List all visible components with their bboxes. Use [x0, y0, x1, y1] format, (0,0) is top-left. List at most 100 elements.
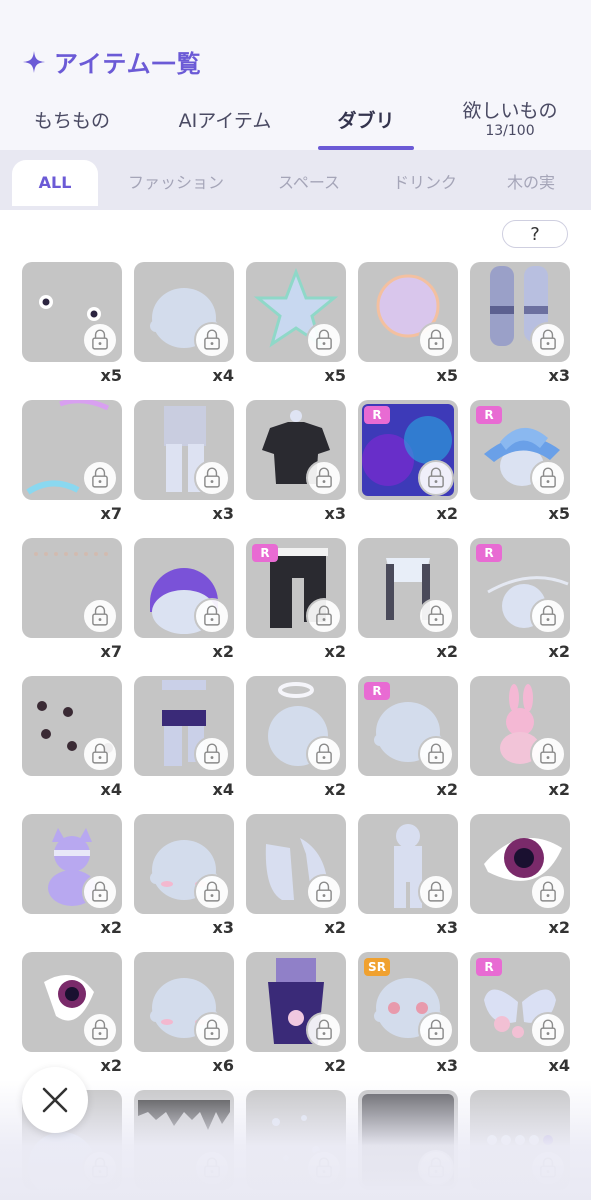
lock-icon[interactable]: [82, 322, 118, 358]
item-card[interactable]: [22, 400, 122, 500]
lock-icon[interactable]: [306, 322, 342, 358]
item-card[interactable]: [134, 400, 234, 500]
item-card[interactable]: [134, 676, 234, 776]
item-count: x5: [436, 366, 458, 385]
lock-icon[interactable]: [530, 460, 566, 496]
lock-icon[interactable]: [306, 736, 342, 772]
title-row: アイテム一覧: [22, 44, 202, 79]
rarity-badge: R: [476, 544, 502, 562]
tab-mochimono[interactable]: もちもの: [14, 92, 130, 150]
item-card[interactable]: [246, 400, 346, 500]
lock-icon[interactable]: [306, 1012, 342, 1048]
item-count: x7: [100, 642, 122, 661]
rarity-badge: SR: [364, 958, 390, 976]
lock-icon[interactable]: [418, 460, 454, 496]
item-card[interactable]: [246, 676, 346, 776]
lock-icon[interactable]: [306, 460, 342, 496]
lock-icon[interactable]: [194, 736, 230, 772]
item-card[interactable]: [134, 262, 234, 362]
item-card[interactable]: R: [470, 400, 570, 500]
item-card[interactable]: [22, 538, 122, 638]
lock-icon[interactable]: [418, 874, 454, 910]
item-count: x3: [548, 366, 570, 385]
lock-icon[interactable]: [194, 874, 230, 910]
item-card[interactable]: [134, 538, 234, 638]
item-card[interactable]: SR: [358, 952, 458, 1052]
lock-icon[interactable]: [194, 322, 230, 358]
item-count: x6: [212, 1056, 234, 1075]
rarity-badge: R: [364, 682, 390, 700]
item-card[interactable]: [246, 952, 346, 1052]
item-count: x5: [548, 504, 570, 523]
filter-all[interactable]: ALL: [12, 160, 98, 206]
item-card[interactable]: [22, 262, 122, 362]
item-card[interactable]: [22, 676, 122, 776]
item-count: x2: [548, 918, 570, 937]
item-card[interactable]: [470, 262, 570, 362]
item-count: x2: [324, 918, 346, 937]
item-card[interactable]: [470, 814, 570, 914]
filter-nuts[interactable]: 木の実: [494, 160, 568, 206]
lock-icon[interactable]: [418, 1012, 454, 1048]
item-count: x2: [324, 642, 346, 661]
item-card[interactable]: R: [358, 676, 458, 776]
item-count: x4: [548, 1056, 570, 1075]
rarity-badge: R: [476, 406, 502, 424]
close-icon: [42, 1087, 68, 1113]
tab-ai-items[interactable]: AIアイテム: [160, 92, 290, 150]
lock-icon[interactable]: [82, 1012, 118, 1048]
item-card[interactable]: [22, 952, 122, 1052]
filter-space[interactable]: スペース: [262, 160, 356, 206]
lock-icon[interactable]: [530, 322, 566, 358]
lock-icon[interactable]: [418, 736, 454, 772]
lock-icon[interactable]: [306, 598, 342, 634]
item-card[interactable]: [134, 952, 234, 1052]
item-count: x2: [324, 780, 346, 799]
item-card[interactable]: R: [246, 538, 346, 638]
tab-bar: もちもの AIアイテム ダブリ 欲しいもの 13/100: [0, 92, 591, 150]
item-card[interactable]: [358, 538, 458, 638]
lock-icon[interactable]: [194, 1012, 230, 1048]
tab-duplicates[interactable]: ダブリ: [318, 92, 414, 150]
lock-icon[interactable]: [530, 736, 566, 772]
item-count: x4: [212, 780, 234, 799]
lock-icon[interactable]: [194, 460, 230, 496]
close-button[interactable]: [22, 1067, 88, 1133]
tab-wishlist[interactable]: 欲しいもの 13/100: [444, 92, 576, 150]
item-count: x2: [548, 642, 570, 661]
item-card[interactable]: [358, 814, 458, 914]
item-card[interactable]: R: [470, 952, 570, 1052]
lock-icon[interactable]: [418, 322, 454, 358]
item-card[interactable]: [470, 676, 570, 776]
item-card[interactable]: R: [358, 400, 458, 500]
item-count: x4: [100, 780, 122, 799]
lock-icon[interactable]: [306, 874, 342, 910]
lock-icon[interactable]: [82, 598, 118, 634]
item-card[interactable]: [358, 262, 458, 362]
item-count: x2: [212, 642, 234, 661]
item-card[interactable]: R: [470, 538, 570, 638]
bottom-fade: [0, 1080, 591, 1200]
item-count: x5: [324, 366, 346, 385]
item-count: x2: [436, 642, 458, 661]
filter-drink[interactable]: ドリンク: [380, 160, 470, 206]
lock-icon[interactable]: [194, 598, 230, 634]
item-card[interactable]: [246, 814, 346, 914]
lock-icon[interactable]: [530, 598, 566, 634]
item-count: x2: [436, 780, 458, 799]
lock-icon[interactable]: [82, 736, 118, 772]
item-count: x3: [324, 504, 346, 523]
rarity-badge: R: [252, 544, 278, 562]
help-button[interactable]: ?: [502, 220, 568, 248]
item-card[interactable]: [246, 262, 346, 362]
filter-fashion[interactable]: ファッション: [118, 160, 234, 206]
lock-icon[interactable]: [418, 598, 454, 634]
lock-icon[interactable]: [530, 874, 566, 910]
lock-icon[interactable]: [82, 874, 118, 910]
item-card[interactable]: [22, 814, 122, 914]
lock-icon[interactable]: [530, 1012, 566, 1048]
lock-icon[interactable]: [82, 460, 118, 496]
item-count: x3: [436, 1056, 458, 1075]
item-card[interactable]: [134, 814, 234, 914]
item-count: x5: [100, 366, 122, 385]
